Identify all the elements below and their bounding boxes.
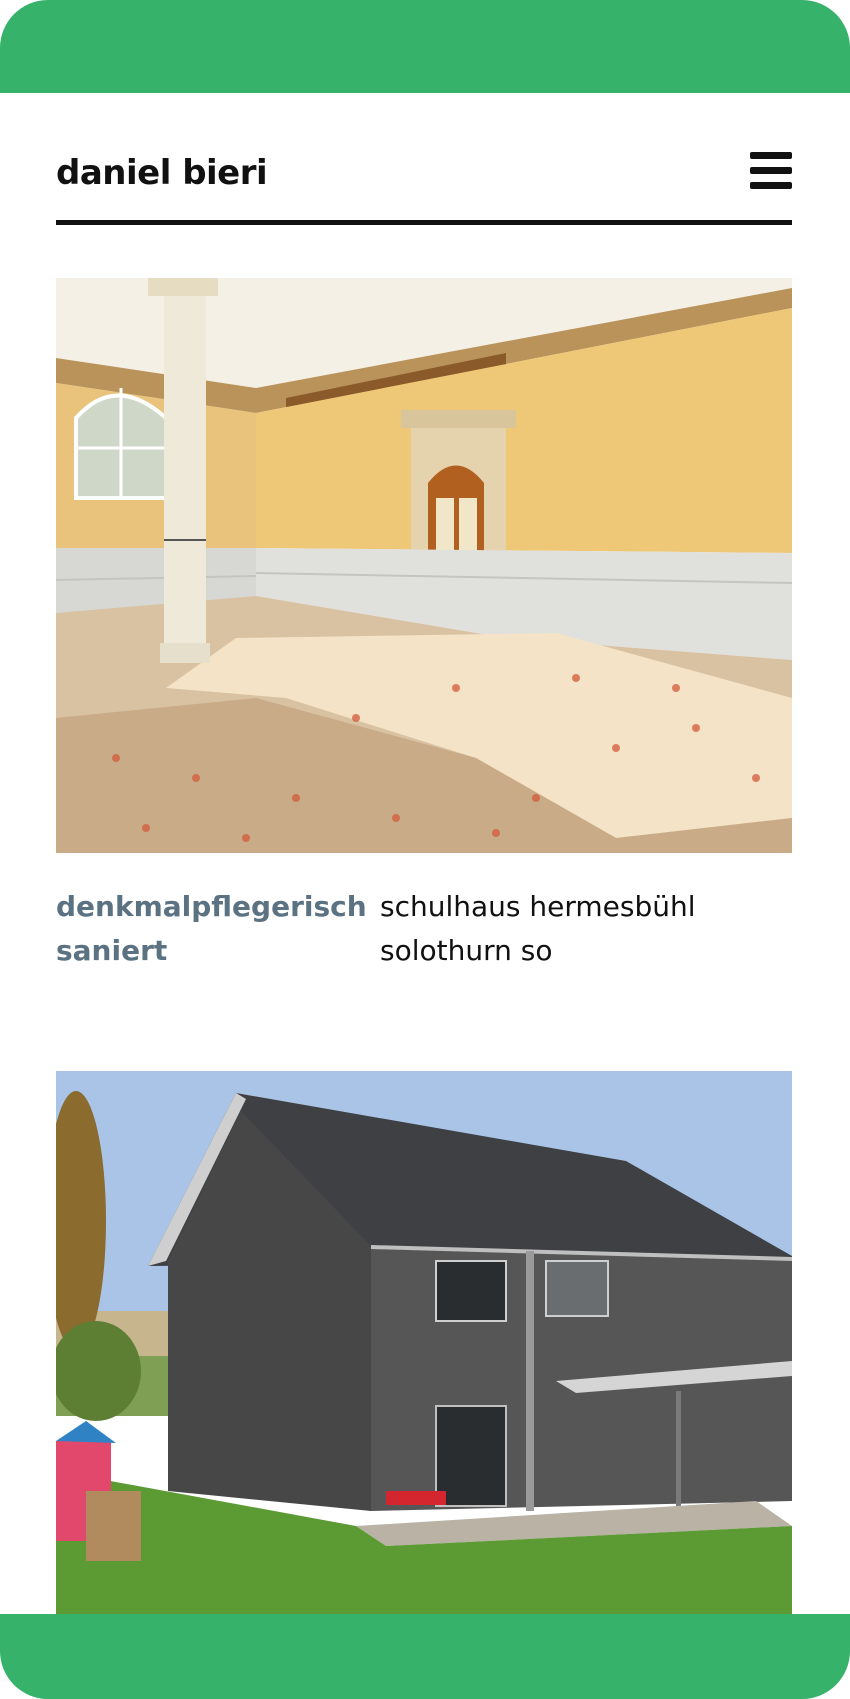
wooden-house-photo	[56, 1071, 792, 1614]
interior-hall-photo	[56, 278, 792, 853]
project-category: denkmalpflegerisch saniert	[56, 885, 367, 973]
project-image-house[interactable]	[56, 1071, 792, 1614]
project-title-line: schulhaus hermesbühl	[380, 890, 696, 923]
project-title[interactable]: schulhaus hermesbühl solothurn so	[380, 885, 780, 973]
phone-frame-bottom	[0, 1614, 850, 1699]
project-category-line: saniert	[56, 934, 168, 967]
site-header: daniel bieri	[56, 138, 792, 225]
project-category-line: denkmalpflegerisch	[56, 890, 367, 923]
project-title-line: solothurn so	[380, 934, 553, 967]
phone-frame-top	[0, 0, 850, 93]
hamburger-menu-icon[interactable]	[750, 152, 792, 190]
site-logo[interactable]: daniel bieri	[56, 153, 268, 193]
project-image-schulhaus[interactable]	[56, 278, 792, 853]
